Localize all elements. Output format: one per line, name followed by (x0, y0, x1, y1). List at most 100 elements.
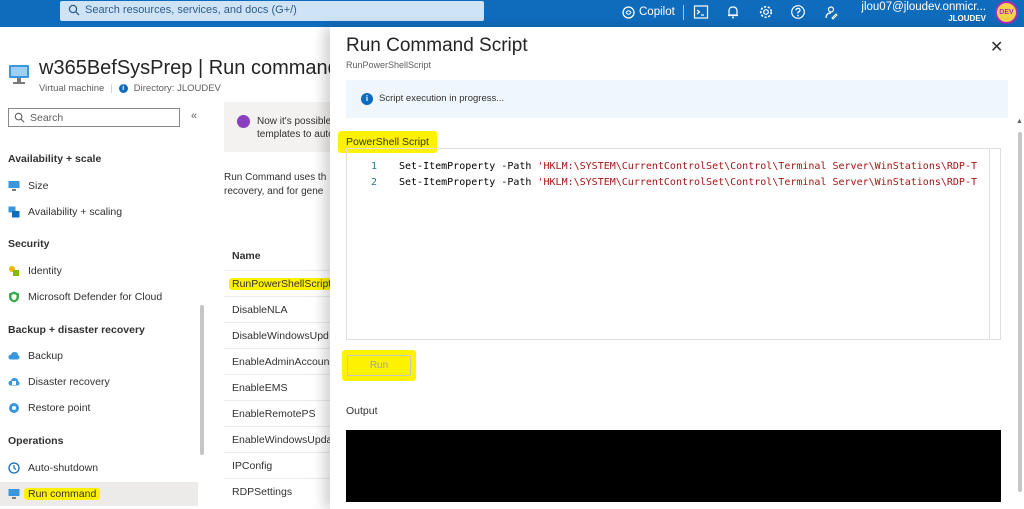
panel-scrollbar[interactable]: ▲ (1016, 118, 1023, 509)
description-line-2: recovery, and for gene (224, 186, 324, 197)
sidebar-item-disaster-recovery[interactable]: Disaster recovery (0, 370, 198, 394)
resource-type: Virtual machine (39, 83, 105, 94)
description-line-1: Run Command uses th (224, 172, 327, 183)
search-icon (14, 112, 25, 123)
sidebar-item-label: Restore point (28, 402, 91, 414)
resource-subtitle: Virtual machine | i Directory: JLOUDEV (39, 83, 221, 94)
command-row[interactable]: RunPowerShellScript (224, 270, 335, 296)
code-line: 2 Set-ItemProperty -Path 'HKLM:\SYSTEM\C… (347, 175, 1000, 191)
search-icon (68, 4, 80, 16)
output-console (346, 430, 1001, 502)
subtitle-divider: | (110, 83, 113, 94)
editor-ruler (989, 149, 990, 339)
code-text: Set-ItemProperty -Path 'HKLM:\SYSTEM\Cur… (399, 177, 977, 188)
scroll-up-icon[interactable]: ▲ (1016, 118, 1023, 125)
defender-icon (9, 291, 19, 303)
global-search-placeholder: Search resources, services, and docs (G+… (85, 4, 297, 16)
info-icon: i (118, 84, 128, 93)
sidebar-item-defender[interactable]: Microsoft Defender for Cloud (0, 285, 198, 309)
command-row[interactable]: EnableWindowsUpda (224, 426, 334, 452)
code-command: Set-ItemProperty -Path (399, 161, 538, 172)
page-title: w365BefSysPrep | Run command (39, 57, 339, 79)
command-name: RDPSettings (232, 486, 293, 498)
copilot-label: Copilot (639, 6, 675, 18)
command-row[interactable]: EnableEMS (224, 374, 334, 400)
disaster-recovery-icon (8, 378, 20, 386)
banner-text: Now it's possible templates to auto (257, 115, 334, 141)
account-directory: JLOUDEV (948, 14, 986, 23)
identity-icon (9, 266, 19, 276)
info-banner: Now it's possible templates to auto (224, 102, 344, 152)
global-search-input[interactable]: Search resources, services, and docs (G+… (60, 1, 484, 21)
rocket-icon (237, 115, 250, 128)
group-operations: Operations (8, 435, 64, 447)
sidebar-item-label: Auto-shutdown (28, 462, 99, 474)
command-name: DisableWindowsUpd (232, 330, 329, 342)
menu-search-placeholder: Search (30, 112, 64, 124)
line-number: 2 (370, 177, 377, 188)
command-row[interactable]: EnableRemotePS (224, 400, 334, 426)
run-command-icon (8, 489, 20, 499)
gear-icon[interactable] (758, 4, 774, 20)
group-security: Security (8, 238, 50, 250)
command-row[interactable]: RDPSettings (224, 478, 334, 504)
info-icon: i (361, 93, 373, 105)
sidebar-item-label: Backup (28, 350, 64, 362)
size-icon (8, 181, 20, 191)
sidebar-item-restore-point[interactable]: Restore point (0, 396, 198, 420)
sidebar-item-label: Disaster recovery (28, 376, 110, 388)
script-editor[interactable]: 1 Set-ItemProperty -Path 'HKLM:\SYSTEM\C… (346, 148, 1001, 340)
run-button[interactable]: Run (347, 355, 411, 376)
sidebar-item-identity[interactable]: Identity (0, 259, 198, 283)
cloud-shell-icon[interactable] (693, 4, 709, 20)
description: Run Command uses th recovery, and for ge… (224, 171, 326, 199)
sidebar-item-backup[interactable]: Backup (0, 344, 198, 368)
account-info[interactable]: jlou07@jloudev.onmicr... JLOUDEV (861, 1, 986, 24)
sidebar-item-label: Identity (28, 265, 62, 277)
command-row[interactable]: DisableWindowsUpd (224, 322, 334, 348)
toolbar-divider (683, 5, 684, 20)
availability-icon (8, 206, 20, 218)
command-name: EnableWindowsUpda (232, 434, 333, 446)
sidebar-item-label: Microsoft Defender for Cloud (28, 291, 163, 303)
panel-title: Run Command Script (346, 35, 528, 56)
collapse-menu-button[interactable]: « (191, 110, 197, 122)
bell-icon[interactable] (725, 4, 741, 20)
command-row[interactable]: IPConfig (224, 452, 334, 478)
sidebar-item-label: Size (28, 180, 49, 192)
run-command-script-panel: Run Command Script RunPowerShellScript ✕… (330, 27, 1024, 509)
sidebar-item-label: Run command (24, 488, 101, 500)
status-text: Script execution in progress... (379, 93, 505, 104)
close-icon[interactable]: ✕ (990, 37, 1003, 57)
scrollbar-thumb[interactable] (1018, 132, 1022, 492)
code-line: 1 Set-ItemProperty -Path 'HKLM:\SYSTEM\C… (347, 159, 1000, 175)
sidebar-item-size[interactable]: Size (0, 174, 198, 198)
backup-icon (8, 352, 20, 360)
command-row[interactable]: DisableNLA (224, 296, 334, 322)
resource-directory: Directory: JLOUDEV (133, 83, 221, 94)
column-header-name: Name (232, 250, 261, 262)
status-message: i Script execution in progress... (346, 80, 1008, 118)
sidebar-item-run-command[interactable]: Run command (0, 482, 198, 506)
menu-search-input[interactable]: Search (8, 108, 180, 127)
sidebar-item-auto-shutdown[interactable]: Auto-shutdown (0, 456, 198, 480)
line-number: 1 (370, 161, 377, 172)
command-name: EnableEMS (232, 382, 288, 394)
command-name: IPConfig (232, 460, 273, 472)
group-availability-scale: Availability + scale (8, 153, 102, 165)
command-row[interactable]: EnableAdminAccoun (224, 348, 334, 374)
command-name: EnableAdminAccoun (232, 356, 330, 368)
sidebar-item-label: Availability + scaling (28, 206, 123, 218)
feedback-icon[interactable] (823, 4, 839, 20)
sidebar-item-availability-scaling[interactable]: Availability + scaling (0, 200, 198, 224)
virtual-machine-icon (9, 65, 29, 84)
avatar[interactable]: DEV (995, 1, 1018, 24)
help-icon[interactable] (790, 4, 806, 20)
account-email: jlou07@jloudev.onmicr... (861, 1, 986, 13)
banner-line-1: Now it's possible (257, 116, 332, 127)
sidebar-scrollbar[interactable] (200, 305, 204, 455)
command-name: EnableRemotePS (232, 408, 316, 420)
clock-icon (8, 462, 20, 474)
copilot-button[interactable]: Copilot (622, 3, 675, 21)
code-string: 'HKLM:\SYSTEM\CurrentControlSet\Control\… (537, 161, 977, 172)
